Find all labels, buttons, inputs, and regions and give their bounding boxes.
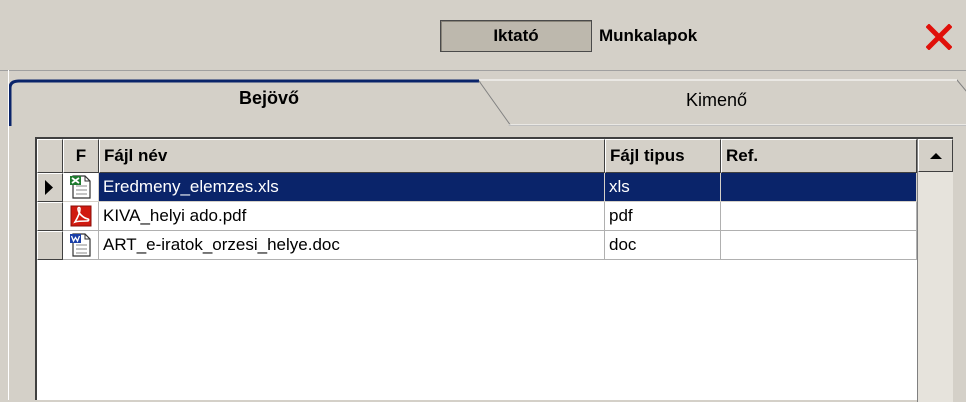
row-selector[interactable] [37,173,63,202]
column-header-f[interactable]: F [63,139,99,173]
toolbar: Iktató Munkalapok [0,0,966,71]
ref-cell[interactable] [721,173,917,202]
row-selector[interactable] [37,231,63,260]
file-grid: F Fájl név Fájl tipus Ref. Eredmeny_elem… [35,137,953,402]
ref-cell[interactable] [721,202,917,231]
scroll-up-arrow-icon[interactable] [918,139,953,172]
tab-strip [9,79,966,126]
column-header-file-type[interactable]: Fájl tipus [605,139,721,173]
row-selector[interactable] [37,202,63,231]
file-name-cell[interactable]: ART_e-iratok_orzesi_helye.doc [99,231,605,260]
excel-file-icon [63,173,99,202]
tab-bejovo[interactable]: Bejövő [239,88,299,109]
vertical-scrollbar[interactable] [917,139,953,402]
pdf-file-icon [63,202,99,231]
table-row[interactable]: KIVA_helyi ado.pdf pdf [37,202,917,231]
iktato-button[interactable]: Iktató [440,20,592,52]
table-row[interactable]: Eredmeny_elemzes.xls xls [37,173,917,202]
word-file-icon [63,231,99,260]
file-name-cell[interactable]: KIVA_helyi ado.pdf [99,202,605,231]
close-icon[interactable] [924,22,954,52]
file-name-cell[interactable]: Eredmeny_elemzes.xls [99,173,605,202]
file-type-cell[interactable]: xls [605,173,721,202]
munkalapok-button[interactable]: Munkalapok [592,20,772,52]
column-header-ref[interactable]: Ref. [721,139,917,173]
column-header-file-name[interactable]: Fájl név [99,139,605,173]
tab-kimeno[interactable]: Kimenő [686,90,747,111]
file-type-cell[interactable]: pdf [605,202,721,231]
ref-cell[interactable] [721,231,917,260]
grid-header-corner [37,139,63,173]
file-type-cell[interactable]: doc [605,231,721,260]
table-row[interactable]: ART_e-iratok_orzesi_helye.doc doc [37,231,917,260]
